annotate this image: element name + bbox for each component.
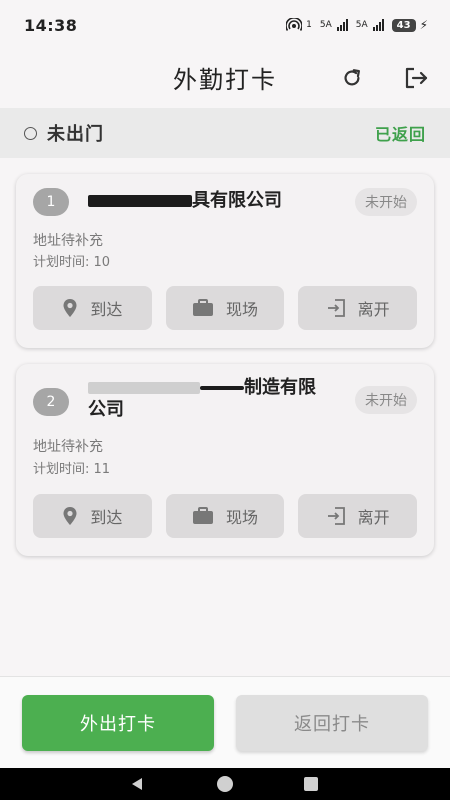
onsite-label: 现场: [226, 508, 259, 527]
task-actions: 到达 现场 离开: [33, 494, 418, 538]
task-card[interactable]: 2 制造有限 公司 未开始 地址待补充 计划时间: 11 到达 现场 离开: [16, 364, 434, 556]
status-radio-icon: [24, 126, 37, 140]
go-out-checkin-button[interactable]: 外出打卡: [22, 695, 214, 751]
exit-icon: [327, 299, 345, 317]
task-plan-time: 计划时间: 11: [33, 462, 111, 477]
signal-1-label: 5A: [319, 20, 332, 30]
briefcase-icon: [193, 299, 213, 316]
arrive-label: 到达: [90, 508, 123, 527]
onsite-label: 现场: [226, 300, 259, 319]
company-name: 具有限公司: [88, 190, 338, 212]
clock: 14:38: [24, 15, 78, 35]
hotspot-icon: [286, 18, 303, 31]
current-status: 未出门: [24, 120, 104, 146]
task-number-badge: 1: [33, 188, 69, 216]
arrive-label: 到达: [90, 300, 123, 319]
redacted-text: [88, 382, 200, 394]
arrive-button[interactable]: 到达: [33, 494, 152, 538]
task-address: 地址待补充: [33, 439, 103, 455]
page-title: 外勤打卡: [173, 65, 277, 94]
leave-label: 离开: [357, 300, 390, 319]
refresh-icon: [344, 69, 360, 86]
company-name: 制造有限 公司: [88, 377, 338, 421]
onsite-button[interactable]: 现场: [165, 286, 285, 330]
redacted-text: [200, 386, 244, 390]
task-card[interactable]: 1 具有限公司 未开始 地址待补充 计划时间: 10 到达 现场 离开: [16, 174, 434, 348]
task-number-badge: 2: [33, 388, 69, 416]
signal-2-icon: [372, 19, 384, 31]
system-icons: 1 5A 5A 43 ⚡: [286, 18, 428, 32]
app-header: 外勤打卡: [0, 50, 450, 104]
system-nav-bar: [0, 768, 450, 800]
status-text: 未出门: [47, 124, 104, 145]
location-pin-icon: [63, 507, 77, 525]
arrive-button[interactable]: 到达: [33, 286, 152, 330]
onsite-button[interactable]: 现场: [165, 494, 285, 538]
nav-recents-icon[interactable]: [304, 777, 318, 791]
leave-label: 离开: [357, 508, 390, 527]
logout-button[interactable]: [401, 64, 431, 92]
task-state-badge: 未开始: [355, 188, 417, 216]
return-checkin-button[interactable]: 返回打卡: [236, 695, 428, 751]
nav-home-icon[interactable]: [217, 776, 233, 792]
company-name-visible: 制造有限: [244, 377, 316, 398]
task-address: 地址待补充: [33, 233, 103, 249]
company-name-visible: 具有限公司: [192, 190, 282, 211]
charging-icon: ⚡: [419, 18, 428, 32]
leave-button[interactable]: 离开: [298, 286, 418, 330]
bottom-action-bar: 外出打卡 返回打卡: [0, 676, 450, 768]
company-name-line2: 公司: [88, 399, 124, 420]
task-plan-time: 计划时间: 10: [33, 255, 111, 270]
status-bar: 14:38 1 5A 5A 43 ⚡: [0, 0, 450, 50]
returned-link[interactable]: 已返回: [375, 121, 426, 145]
attendance-status-bar: 未出门 已返回: [0, 108, 450, 158]
briefcase-icon: [193, 507, 213, 524]
nav-back-icon[interactable]: [130, 777, 144, 791]
signal-1-icon: [336, 19, 348, 31]
net-indicator: 1: [306, 20, 312, 30]
signal-2-label: 5A: [355, 20, 368, 30]
exit-icon: [327, 507, 345, 525]
location-pin-icon: [63, 299, 77, 317]
logout-icon: [405, 67, 428, 89]
task-state-badge: 未开始: [355, 386, 417, 414]
leave-button[interactable]: 离开: [298, 494, 418, 538]
task-actions: 到达 现场 离开: [33, 286, 418, 330]
refresh-button[interactable]: [338, 64, 366, 92]
redacted-text: [88, 195, 192, 207]
battery-indicator: 43: [391, 18, 416, 32]
